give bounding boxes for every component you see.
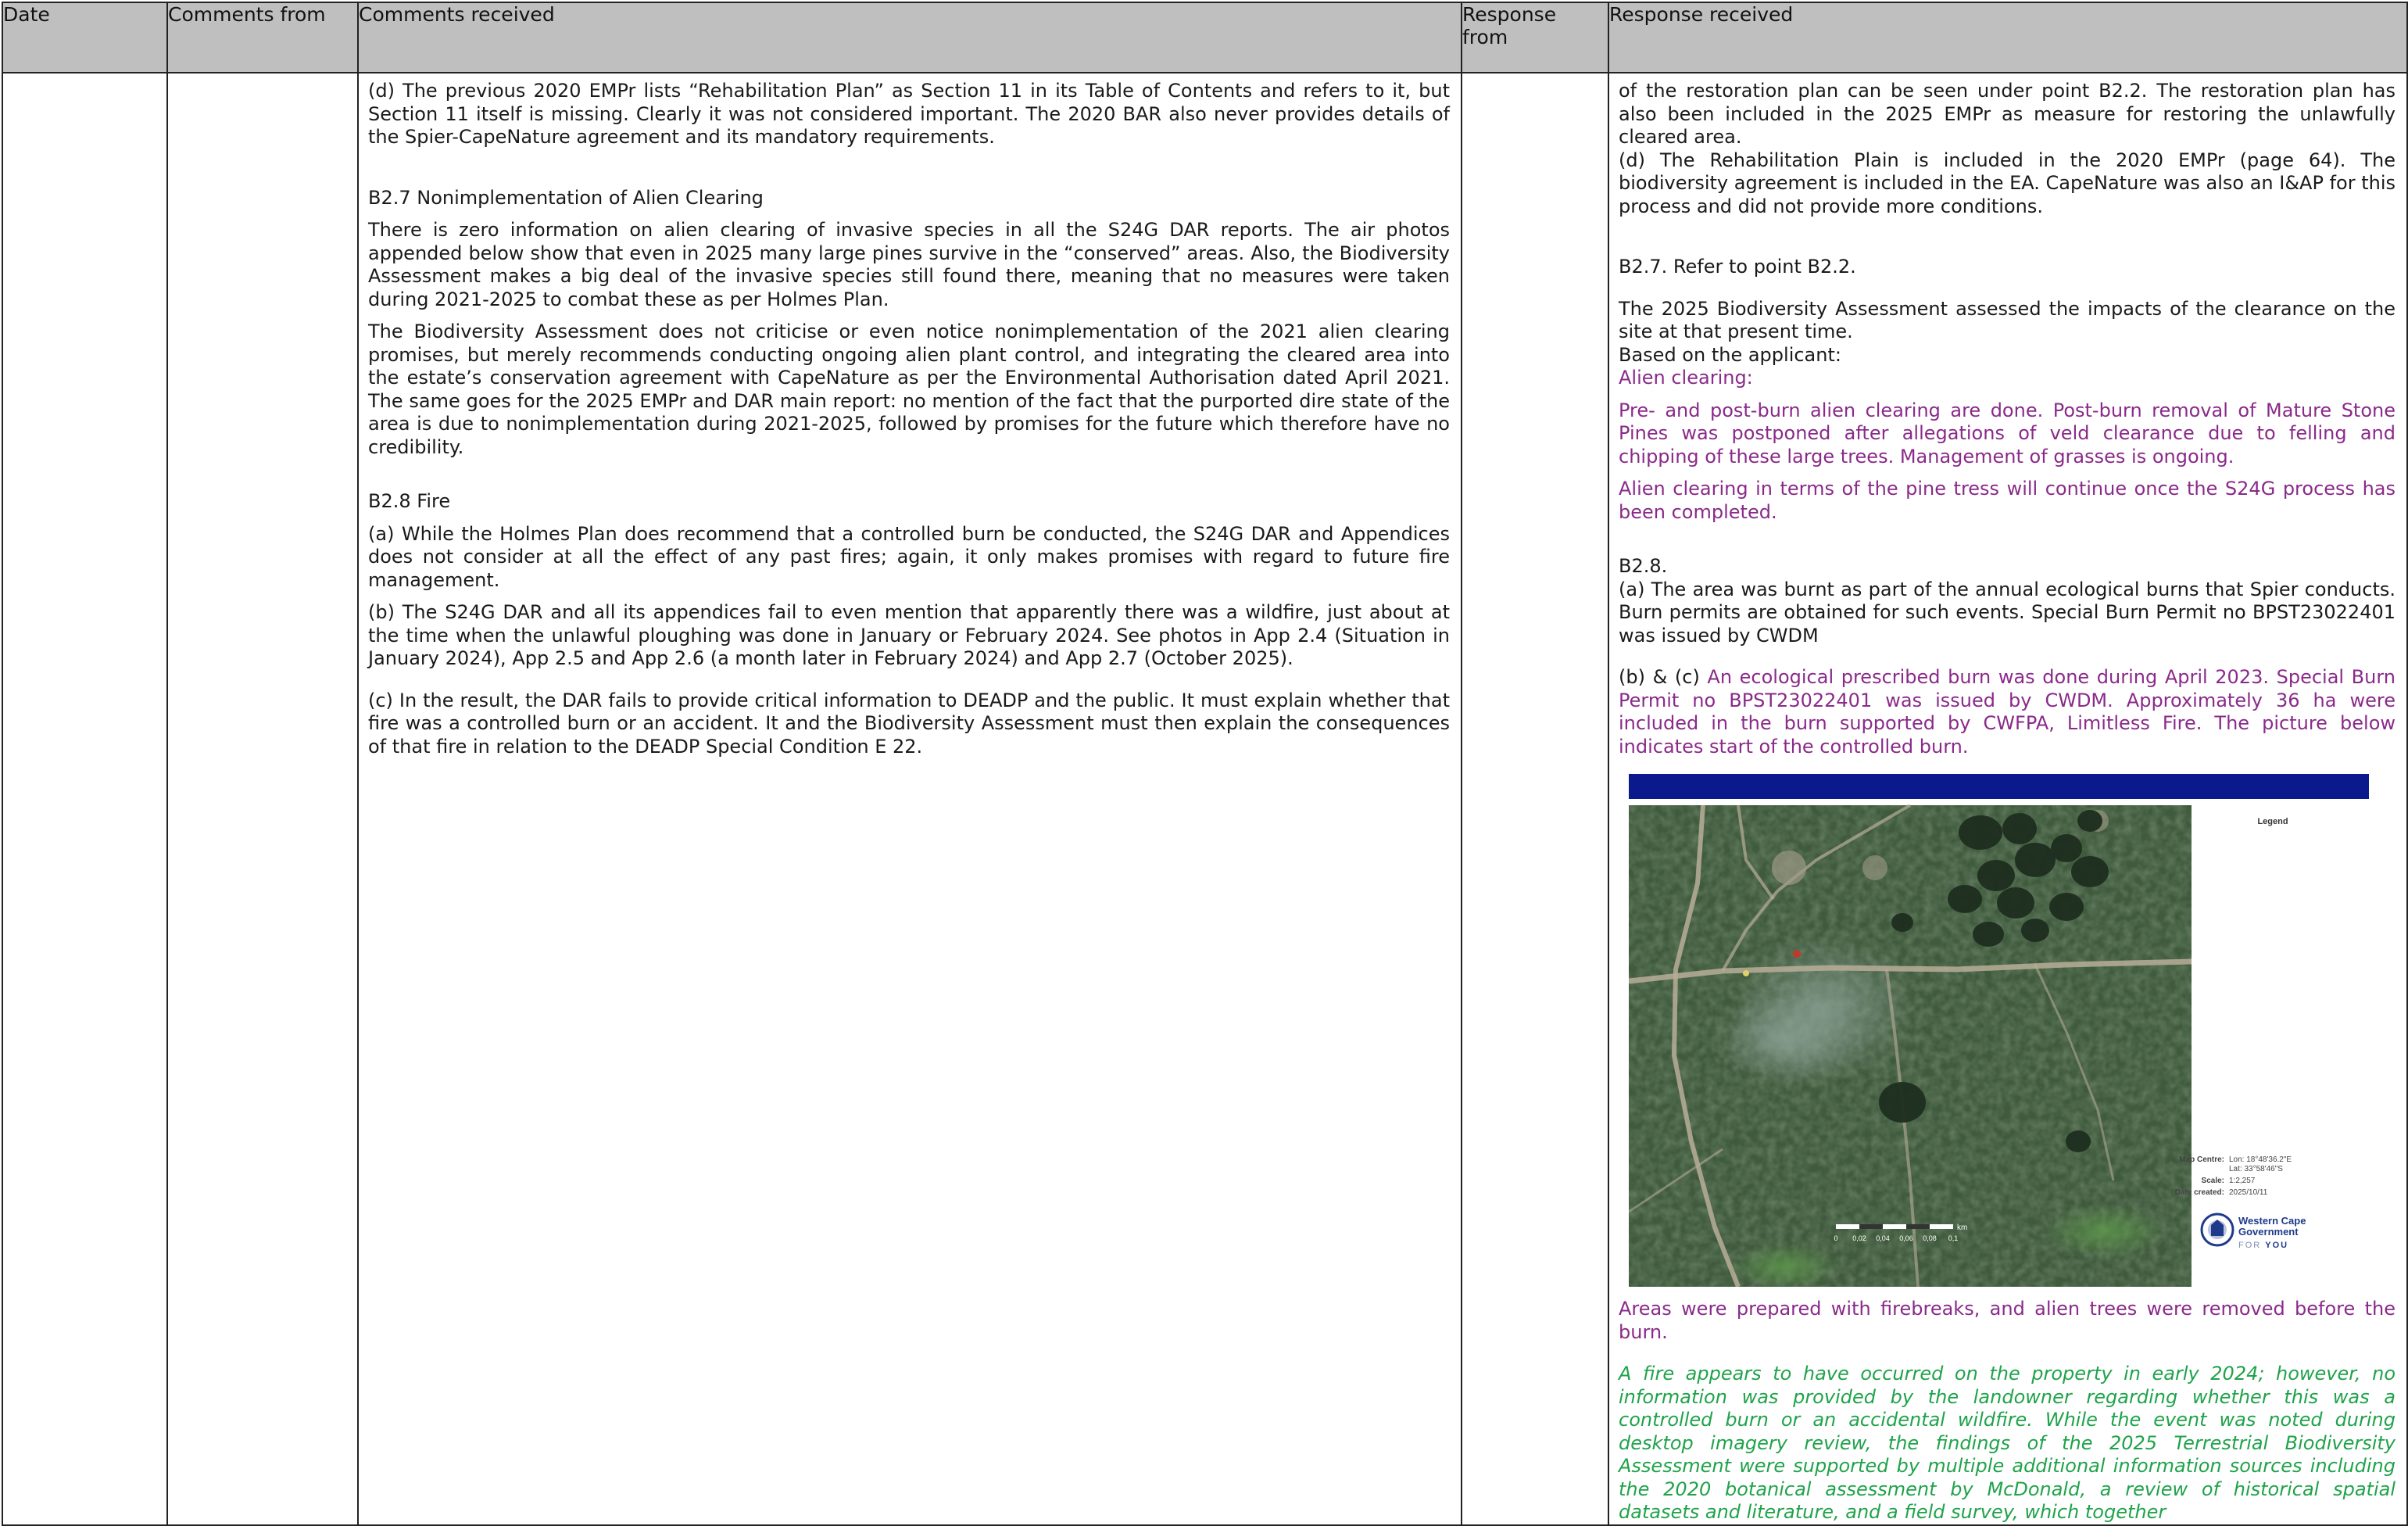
map-centre-lon: Lon: 18°48'36.2"E (2229, 1155, 2292, 1164)
burn-map-svg: km 0 0,02 0,04 0,06 0,08 0,1 Legend Map Centr… (1629, 774, 2369, 1287)
header-comments-received: Comments received (357, 2, 1462, 73)
comments-from-cell (166, 72, 359, 1526)
b28-paragraph-a: (a) While the Holmes Plan does recommend… (368, 522, 1450, 591)
comments-received-cell: (d) The previous 2020 EMPr lists “Rehabi… (357, 72, 1462, 1526)
scalebar-tick-label: 0,02 (1852, 1234, 1866, 1242)
response-d-paragraph: (d) The Rehabilitation Plain is included… (1619, 149, 2395, 217)
logo-for-text: FOR (2238, 1241, 2265, 1250)
response-restoration-paragraph: of the restoration plan can be seen unde… (1619, 80, 2395, 148)
map-date-label: Date created: (2175, 1188, 2224, 1197)
logo-line-1: Western Cape (2238, 1215, 2306, 1227)
response-from-cell (1461, 72, 1609, 1526)
response-b28-bc-prefix: (b) & (c) (1619, 666, 1708, 688)
date-cell (2, 72, 168, 1526)
scalebar-tick-label: 0,04 (1876, 1234, 1890, 1242)
response-based-on-applicant: Based on the applicant: (1619, 343, 1841, 366)
header-date: Date (2, 2, 168, 73)
map-header-bar (1629, 774, 2369, 799)
response-alien-clearing-label: Alien clearing: (1619, 367, 1753, 389)
burn-map-figure: km 0 0,02 0,04 0,06 0,08 0,1 Legend Map Centr… (1629, 774, 2369, 1287)
comment-d-paragraph: (d) The previous 2020 EMPr lists “Rehabi… (368, 80, 1450, 148)
b28-paragraph-b: (b) The S24G DAR and all its appendices … (368, 601, 1450, 669)
response-b27: B2.7. Refer to point B2.2. (1619, 256, 1856, 278)
map-centre-label: Map Centre: (2179, 1155, 2224, 1164)
scalebar-tick-label: 0,06 (1899, 1234, 1913, 1242)
scalebar-tick-label: 0,08 (1923, 1234, 1937, 1242)
header-response-from: Response from (1461, 2, 1609, 73)
page: Date Comments from Comments received Res… (0, 0, 2408, 1526)
response-firebreaks: Areas were prepared with firebreaks, and… (1619, 1298, 2395, 1343)
header-comments-from: Comments from (166, 2, 359, 73)
scalebar-tick-label: 0,1 (1948, 1234, 1959, 1242)
response-b28: B2.8. (1619, 555, 1668, 577)
b27-paragraph-1: There is zero information on alien clear… (368, 219, 1450, 310)
table-row: (d) The previous 2020 EMPr lists “Rehabi… (2, 72, 2408, 1526)
response-assessment-paragraph: The 2025 Biodiversity Assessment assesse… (1619, 297, 2395, 343)
response-b28-bc-text: An ecological prescribed burn was done d… (1619, 666, 2396, 758)
legend-title: Legend (2257, 817, 2288, 826)
response-green-note: A fire appears to have occurred on the p… (1619, 1363, 2395, 1523)
b27-heading: B2.7 Nonimplementation of Alien Clearing (368, 186, 764, 209)
b27-paragraph-2: The Biodiversity Assessment does not cri… (368, 321, 1450, 458)
response-b28-a: (a) The area was burnt as part of the an… (1619, 578, 2395, 647)
map-date-value: 2025/10/11 (2229, 1188, 2268, 1197)
logo-you-text: YOU (2265, 1241, 2288, 1250)
logo-line-3: FOR YOU (2238, 1241, 2288, 1250)
map-centre-lat: Lat: 33°58'46"S (2229, 1165, 2283, 1173)
b28-heading: B2.8 Fire (368, 490, 451, 512)
response-b28-bc: (b) & (c) An ecological prescribed burn … (1619, 666, 2395, 758)
comments-response-table: Date Comments from Comments received Res… (2, 2, 2408, 1526)
map-scale-value: 1:2,257 (2229, 1177, 2256, 1185)
response-pre-post-burn: Pre- and post-burn alien clearing are do… (1619, 399, 2395, 467)
logo-line-2: Government (2238, 1226, 2299, 1238)
aerial-photo: km 0 0,02 0,04 0,06 0,08 0,1 (1629, 804, 2192, 1287)
response-pine-clearing: Alien clearing in terms of the pine tres… (1619, 478, 2395, 523)
scalebar-unit: km (1957, 1223, 1967, 1232)
western-cape-government-logo: Western Cape Government FOR YOU (2200, 1213, 2306, 1250)
map-scale-label: Scale: (2202, 1177, 2224, 1185)
scalebar-tick-label: 0 (1834, 1234, 1837, 1242)
table-header-row: Date Comments from Comments received Res… (2, 2, 2408, 73)
response-received-cell: of the restoration plan can be seen unde… (1608, 72, 2408, 1526)
header-response-received: Response received (1608, 2, 2408, 73)
b28-paragraph-c: (c) In the result, the DAR fails to prov… (368, 689, 1450, 758)
